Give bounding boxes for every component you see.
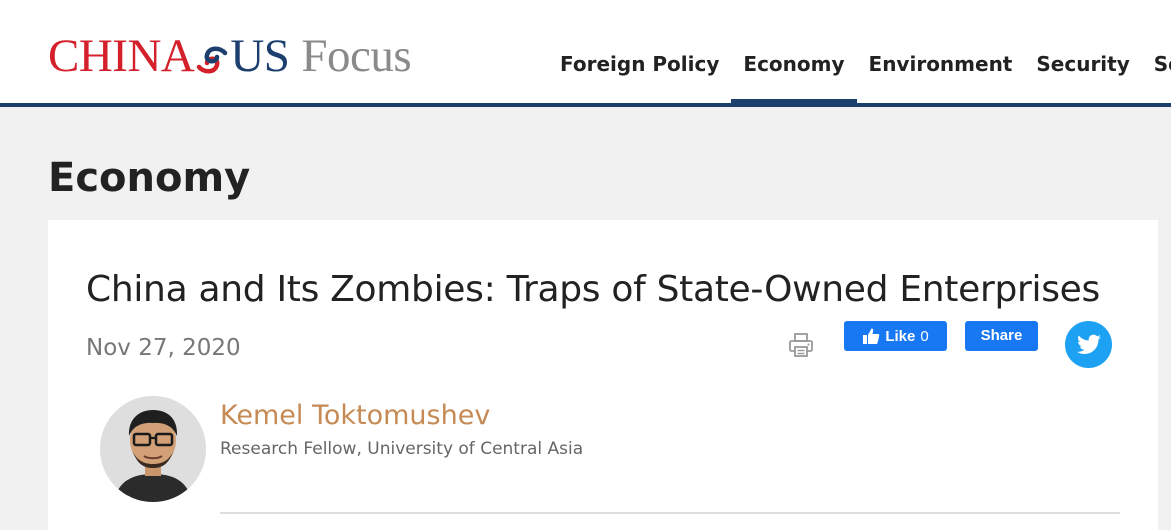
nav-item-security[interactable]: Security [1024, 46, 1141, 103]
like-label: Like [885, 327, 916, 345]
nav-item-foreign-policy[interactable]: Foreign Policy [548, 46, 731, 103]
site-header: CHINA US Focus Foreign Policy Economy Env… [0, 0, 1171, 107]
main-nav: Foreign Policy Economy Environment Secur… [548, 46, 1171, 103]
nav-item-economy[interactable]: Economy [731, 46, 857, 103]
print-icon[interactable] [788, 332, 814, 358]
logo-focus-text: Focus [301, 30, 412, 82]
facebook-share-button[interactable]: Share [965, 321, 1038, 351]
site-logo[interactable]: CHINA US Focus [48, 28, 412, 84]
article-title: China and Its Zombies: Traps of State-Ow… [86, 269, 1100, 310]
section-title: Economy [48, 155, 251, 201]
facebook-like-button[interactable]: Like 0 [844, 321, 947, 351]
nav-item-society[interactable]: Socie [1142, 46, 1171, 103]
twitter-icon [1076, 334, 1101, 354]
like-count: 0 [920, 327, 929, 345]
author-photo [100, 396, 206, 502]
author-name-link[interactable]: Kemel Toktomushev [220, 396, 490, 436]
logo-us-text: US [230, 30, 290, 82]
article-date: Nov 27, 2020 [86, 335, 241, 361]
twitter-share-button[interactable] [1065, 321, 1112, 368]
thumbs-up-icon [863, 328, 880, 344]
article-card: China and Its Zombies: Traps of State-Ow… [48, 220, 1158, 530]
nav-item-environment[interactable]: Environment [857, 46, 1025, 103]
divider [220, 512, 1120, 514]
author-role: Research Fellow, University of Central A… [220, 439, 584, 459]
author-avatar[interactable] [100, 396, 206, 502]
logo-china-text: CHINA [48, 30, 195, 82]
logo-swirl-icon [197, 46, 228, 74]
